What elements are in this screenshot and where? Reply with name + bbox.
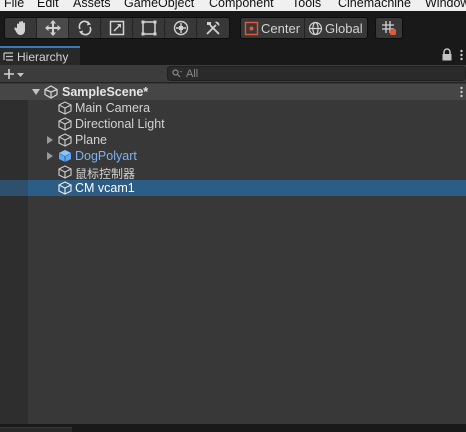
pivot-mode-label: Center <box>261 20 301 36</box>
item-label: Main Camera <box>75 101 151 115</box>
create-dropdown-button[interactable] <box>3 66 31 82</box>
menu-component[interactable]: Component <box>209 0 274 10</box>
lock-icon[interactable] <box>441 48 453 61</box>
center-pivot-icon <box>244 21 259 35</box>
selection-gutter <box>0 180 28 196</box>
rotate-tool-button[interactable] <box>69 18 101 38</box>
plus-icon <box>4 69 14 79</box>
gameobject-cube-icon <box>58 117 72 131</box>
hierarchy-tab-strip: Hierarchy <box>0 46 466 65</box>
list-item[interactable]: Plane <box>0 132 466 148</box>
globe-icon <box>308 21 323 35</box>
menu-bar: File Edit Assets GameObject Component To… <box>0 0 466 11</box>
more-options-icon[interactable] <box>459 49 464 61</box>
hand-tool-button[interactable] <box>5 18 37 38</box>
scale-tool-button[interactable] <box>101 18 133 38</box>
rotate-icon <box>78 20 91 36</box>
expand-arrow-icon[interactable] <box>31 87 41 97</box>
transform-tools-group <box>4 17 230 39</box>
list-item[interactable]: DogPolyart <box>0 148 466 164</box>
menu-tools[interactable]: Tools <box>292 0 321 10</box>
collapsed-arrow-icon[interactable] <box>45 135 55 145</box>
rect-tool-button[interactable] <box>133 18 165 38</box>
list-item[interactable]: Directional Light <box>0 116 466 132</box>
grid-snap-icon <box>382 21 396 35</box>
tab-hierarchy-label: Hierarchy <box>17 49 69 64</box>
scene-name: SampleScene* <box>62 85 149 99</box>
hierarchy-tree: SampleScene* Main Camera Directional Lig… <box>0 84 466 424</box>
unity-scene-icon <box>44 85 58 99</box>
tab-hierarchy[interactable]: Hierarchy <box>0 46 80 65</box>
search-icon <box>172 69 182 78</box>
main-toolbar: Center Global <box>0 11 466 46</box>
gameobject-cube-icon <box>58 133 72 147</box>
list-item[interactable]: Main Camera <box>0 100 466 116</box>
hand-icon <box>13 21 25 35</box>
list-item-selected[interactable]: CM vcam1 <box>0 180 466 196</box>
menu-window[interactable]: Window <box>425 0 466 10</box>
hierarchy-search-field[interactable] <box>167 66 466 81</box>
tab-project[interactable] <box>0 427 72 432</box>
transform-icon <box>173 20 188 36</box>
item-label: Directional Light <box>75 117 165 131</box>
menu-file[interactable]: File <box>4 0 24 10</box>
chevron-down-icon <box>17 72 24 77</box>
item-label: CM vcam1 <box>75 181 135 195</box>
pivot-rotation-button[interactable]: Global <box>304 18 367 38</box>
menu-cinemachine[interactable]: Cinemachine <box>338 0 411 10</box>
prefab-cube-icon <box>58 150 72 162</box>
move-tool-button[interactable] <box>37 18 69 38</box>
item-label: Plane <box>75 133 107 147</box>
collapsed-arrow-icon[interactable] <box>45 151 55 161</box>
pivot-mode-button[interactable]: Center <box>241 18 304 38</box>
gameobject-cube-icon <box>58 165 72 179</box>
pivot-rotation-label: Global <box>325 20 363 36</box>
search-input[interactable] <box>186 67 446 80</box>
transform-tool-button[interactable] <box>165 18 197 38</box>
scale-icon <box>109 20 124 36</box>
gameobject-cube-icon <box>58 101 72 115</box>
hierarchy-panel: SampleScene* Main Camera Directional Lig… <box>0 65 466 424</box>
move-icon <box>44 20 61 36</box>
grid-snap-button[interactable] <box>375 17 403 39</box>
hierarchy-toolbar <box>0 65 466 83</box>
item-label: DogPolyart <box>75 149 137 163</box>
scene-more-icon[interactable] <box>459 86 464 98</box>
custom-tool-button[interactable] <box>197 18 229 38</box>
menu-assets[interactable]: Assets <box>73 0 111 10</box>
list-item[interactable]: 鼠标控制器 <box>0 164 466 181</box>
menu-gameobject[interactable]: GameObject <box>124 0 194 10</box>
tools-icon <box>206 21 220 35</box>
list-icon <box>3 52 13 61</box>
menu-edit[interactable]: Edit <box>37 0 59 10</box>
rect-icon <box>141 20 156 36</box>
gameobject-cube-icon <box>58 181 72 195</box>
bottom-tab-strip <box>0 424 466 432</box>
pivot-toggle-group: Center Global <box>240 17 368 39</box>
scene-row[interactable]: SampleScene* <box>0 84 466 100</box>
